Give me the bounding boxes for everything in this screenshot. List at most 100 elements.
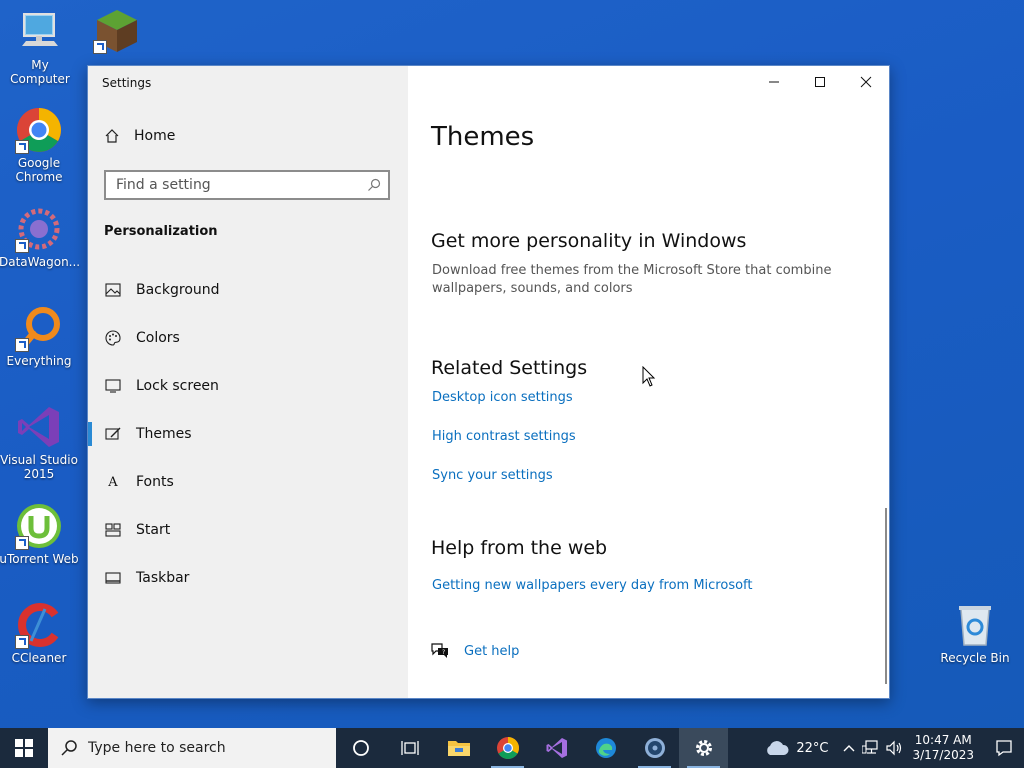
sidebar-item-lock-screen[interactable]: Lock screen <box>88 362 408 410</box>
settings-window: Settings Home Personalization Background… <box>87 65 890 699</box>
settings-taskbar-button[interactable] <box>679 728 728 768</box>
shortcut-arrow-icon <box>15 239 29 253</box>
folder-icon <box>447 741 470 756</box>
desktop-icon-label: Visual Studio 2015 <box>0 453 78 481</box>
shortcut-arrow-icon <box>15 635 29 649</box>
windows-logo-icon <box>15 739 33 757</box>
high-contrast-settings-link[interactable]: High contrast settings <box>432 429 576 444</box>
visual-studio-icon <box>15 403 63 451</box>
find-setting-input[interactable] <box>106 172 356 198</box>
desktop-icon-utorrent[interactable]: uTorrent Web <box>0 502 79 566</box>
network-icon[interactable] <box>862 740 880 756</box>
clock-date: 3/17/2023 <box>912 748 974 762</box>
sidebar-item-background[interactable]: Background <box>88 266 408 314</box>
mouse-cursor-icon <box>642 366 656 387</box>
disc-icon <box>644 738 665 758</box>
clock[interactable]: 10:47 AM 3/17/2023 <box>912 733 974 763</box>
settings-search-box[interactable] <box>104 170 390 200</box>
file-explorer-button[interactable] <box>434 728 483 768</box>
disc-app-taskbar-button[interactable] <box>630 728 679 768</box>
desktop-icon-label: Recycle Bin <box>940 651 1010 665</box>
sidebar-item-themes[interactable]: Themes <box>88 410 408 458</box>
get-help-link[interactable]: Get help <box>464 644 519 659</box>
gear-icon <box>695 740 712 756</box>
sidebar-item-label: Start <box>136 522 171 538</box>
sync-settings-link[interactable]: Sync your settings <box>432 468 553 483</box>
everything-icon <box>15 304 63 352</box>
search-icon[interactable] <box>366 177 382 193</box>
chat-help-icon: ? <box>431 643 448 658</box>
sidebar-item-taskbar[interactable]: Taskbar <box>88 554 408 602</box>
sidebar-item-label: Lock screen <box>136 378 219 394</box>
close-button[interactable] <box>843 66 889 98</box>
home-nav-item[interactable]: Home <box>104 128 175 144</box>
action-center-button[interactable] <box>984 728 1024 768</box>
taskbar-search-box[interactable] <box>48 728 336 768</box>
chevron-up-icon[interactable] <box>842 743 856 753</box>
utorrent-icon <box>15 502 63 550</box>
taskbar-search-input[interactable] <box>86 739 320 757</box>
wallpapers-help-link[interactable]: Getting new wallpapers every day from Mi… <box>432 578 753 593</box>
window-controls <box>751 66 889 98</box>
close-icon <box>860 76 872 88</box>
desktop-icon-recycle-bin[interactable]: Recycle Bin <box>935 601 1015 665</box>
weather-temperature: 22°C <box>796 740 829 756</box>
minimize-button[interactable] <box>751 66 797 98</box>
desktop-icon-label: CCleaner <box>11 651 67 665</box>
related-settings-heading: Related Settings <box>431 357 588 379</box>
chrome-icon <box>15 106 63 154</box>
desktop-icon-my-computer[interactable]: My Computer <box>0 8 80 86</box>
desktop-icon-label: Google Chrome <box>15 156 63 184</box>
sidebar-item-label: Taskbar <box>136 570 190 586</box>
ccleaner-icon <box>15 601 63 649</box>
desktop-icon-settings-link[interactable]: Desktop icon settings <box>432 390 573 405</box>
cortana-icon <box>352 740 369 756</box>
desktop-icon-minecraft[interactable] <box>77 6 157 56</box>
sidebar-item-colors[interactable]: Colors <box>88 314 408 362</box>
sidebar-item-start[interactable]: Start <box>88 506 408 554</box>
maximize-button[interactable] <box>797 66 843 98</box>
desktop-icon-label: Everything <box>6 354 72 368</box>
shortcut-arrow-icon <box>15 140 29 154</box>
start-button[interactable] <box>0 728 48 768</box>
font-icon: A <box>108 474 118 490</box>
picture-icon <box>104 281 122 299</box>
edge-icon <box>595 738 616 758</box>
desktop-icon-visual-studio[interactable]: Visual Studio 2015 <box>0 403 79 481</box>
edge-taskbar-button[interactable] <box>581 728 630 768</box>
weather-widget[interactable]: 22°C <box>764 739 828 757</box>
desktop-icon-everything[interactable]: Everything <box>0 304 79 368</box>
sidebar-item-label: Colors <box>136 330 180 346</box>
personalization-nav: Background Colors Lock screen Themes A F… <box>88 266 408 602</box>
desktop-icon-ccleaner[interactable]: CCleaner <box>0 601 79 665</box>
datawagon-icon <box>15 205 63 253</box>
shortcut-arrow-icon <box>15 338 29 352</box>
clock-time: 10:47 AM <box>914 733 972 747</box>
visual-studio-icon <box>546 738 567 758</box>
shortcut-arrow-icon <box>93 40 107 54</box>
volume-icon[interactable] <box>886 740 904 756</box>
shortcut-arrow-icon <box>15 536 29 550</box>
content-scrollbar[interactable] <box>885 508 887 684</box>
help-heading: Help from the web <box>431 537 608 559</box>
start-icon <box>104 521 122 539</box>
desktop-icon-datawagon[interactable]: DataWagon... <box>0 205 81 269</box>
get-help-row[interactable]: ? Get help <box>430 642 519 660</box>
cortana-button[interactable] <box>336 728 385 768</box>
home-label: Home <box>134 128 176 144</box>
search-icon <box>61 740 77 756</box>
page-title: Themes <box>431 122 535 152</box>
minecraft-icon <box>93 6 141 54</box>
settings-sidebar: Settings Home Personalization Background… <box>88 66 408 698</box>
window-title: Settings <box>102 76 152 90</box>
visual-studio-taskbar-button[interactable] <box>532 728 581 768</box>
system-tray: 22°C 10:47 AM 3/17/2023 <box>764 728 1024 768</box>
chrome-taskbar-button[interactable] <box>483 728 532 768</box>
computer-icon <box>16 8 64 56</box>
desktop-icon-label: DataWagon... <box>0 255 81 269</box>
palette-icon <box>104 329 122 347</box>
sidebar-item-fonts[interactable]: A Fonts <box>88 458 408 506</box>
chrome-icon <box>496 737 519 759</box>
desktop-icon-google-chrome[interactable]: Google Chrome <box>0 106 79 184</box>
task-view-button[interactable] <box>385 728 434 768</box>
